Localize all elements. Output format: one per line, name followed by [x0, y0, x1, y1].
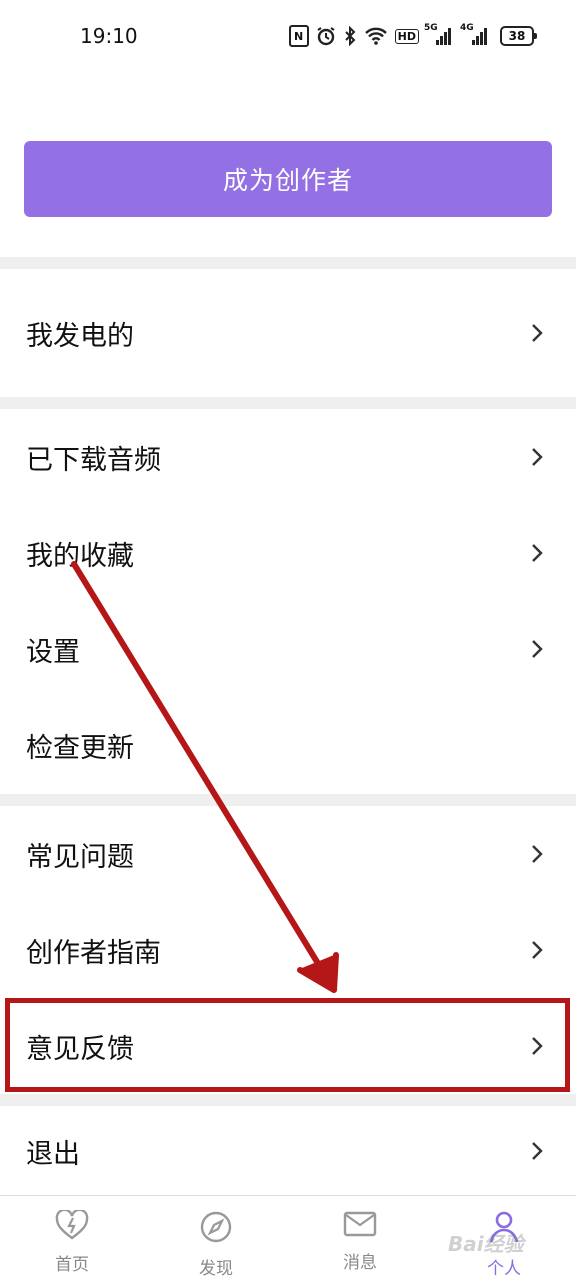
section-divider: [0, 1094, 576, 1106]
chevron-right-icon: [530, 1140, 550, 1162]
wifi-icon: [364, 27, 388, 45]
tab-home-label: 首页: [55, 1255, 89, 1275]
chevron-right-icon: [530, 446, 550, 468]
tab-profile[interactable]: 个人: [432, 1196, 576, 1281]
mail-icon: [343, 1210, 377, 1242]
compass-icon: [199, 1210, 233, 1248]
menu-item-settings[interactable]: 设置: [0, 601, 576, 697]
become-creator-button[interactable]: 成为创作者: [24, 141, 552, 217]
tab-messages-label: 消息: [343, 1253, 377, 1273]
menu-item-label: 我的收藏: [26, 540, 134, 572]
status-time: 19:10: [80, 24, 138, 48]
menu-item-label: 常见问题: [26, 841, 134, 873]
nfc-icon: N: [288, 25, 309, 47]
chevron-right-icon: [530, 939, 550, 961]
chevron-right-icon: [530, 322, 550, 344]
menu-item-powered[interactable]: 我发电的: [0, 269, 576, 397]
tab-messages[interactable]: 消息: [288, 1196, 432, 1281]
tab-discover-label: 发现: [199, 1259, 233, 1279]
status-icons: N HD 5G 4G 38: [288, 23, 537, 47]
menu-item-check-update[interactable]: 检查更新: [0, 697, 576, 793]
menu-item-label: 意见反馈: [26, 1033, 134, 1065]
signal-4g-icon: 4G: [460, 23, 487, 45]
menu-item-label: 已下载音频: [26, 444, 161, 476]
menu-item-logout[interactable]: 退出: [0, 1106, 576, 1196]
section-divider: [0, 794, 576, 806]
alarm-icon: [316, 26, 336, 46]
signal-5g-label: 5G: [424, 23, 438, 33]
status-bar: 19:10 N HD 5G 4G 38: [0, 0, 576, 72]
section-divider: [0, 397, 576, 409]
signal-5g-icon: 5G: [424, 23, 451, 45]
menu-item-feedback[interactable]: 意见反馈: [0, 998, 576, 1094]
menu-item-label: 退出: [26, 1138, 80, 1170]
tab-profile-label: 个人: [487, 1259, 521, 1279]
signal-4g-label: 4G: [460, 23, 474, 33]
menu-item-label: 设置: [26, 636, 80, 668]
menu-item-label: 创作者指南: [26, 937, 161, 969]
chevron-right-icon: [530, 542, 550, 564]
tab-home[interactable]: 首页: [0, 1196, 144, 1281]
chevron-right-icon: [530, 638, 550, 660]
menu-item-creator-guide[interactable]: 创作者指南: [0, 902, 576, 998]
menu-item-downloaded-audio[interactable]: 已下载音频: [0, 409, 576, 505]
menu-item-label: 我发电的: [26, 320, 134, 352]
bottom-tab-bar: 首页 发现 消息 个人: [0, 1195, 576, 1281]
person-icon: [487, 1210, 521, 1248]
menu-item-faq[interactable]: 常见问题: [0, 806, 576, 902]
hd-icon: HD: [394, 28, 419, 44]
heart-bolt-icon: [55, 1208, 89, 1244]
bluetooth-icon: [343, 26, 357, 46]
chevron-right-icon: [530, 1035, 550, 1057]
section-divider: [0, 257, 576, 269]
battery-icon: 38: [500, 26, 537, 46]
chevron-right-icon: [530, 843, 550, 865]
menu-item-favorites[interactable]: 我的收藏: [0, 505, 576, 601]
tab-discover[interactable]: 发现: [144, 1196, 288, 1281]
menu-item-label: 检查更新: [26, 732, 134, 764]
